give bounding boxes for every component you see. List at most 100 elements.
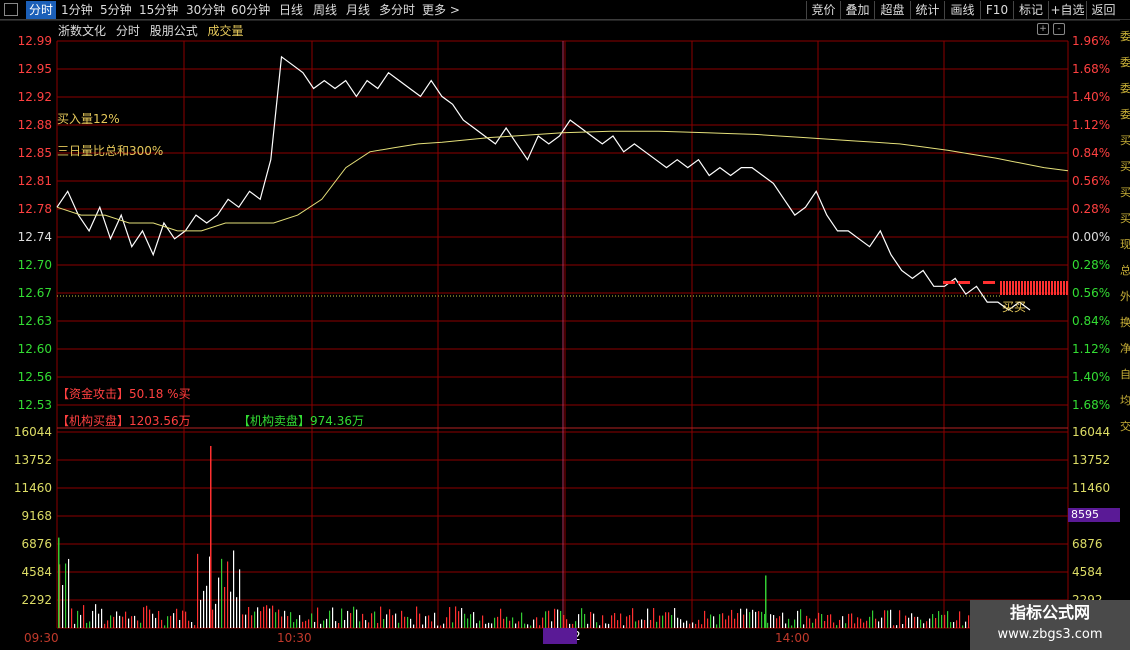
site-watermark: 指标公式网 www.zbgs3.com	[970, 600, 1130, 650]
volume-bar	[902, 624, 904, 628]
volume-bar	[122, 616, 124, 628]
volume-bar	[716, 624, 718, 628]
volume-bar	[317, 607, 319, 628]
chart-mode[interactable]: 分时	[116, 24, 140, 38]
volume-tick-label: 11460	[14, 481, 52, 495]
volume-bar	[632, 608, 634, 628]
volume-bar	[854, 623, 856, 628]
volume-bar	[470, 614, 472, 628]
volume-bar	[674, 608, 676, 628]
volume-bar	[857, 617, 859, 628]
volume-bar	[641, 619, 643, 628]
volume-bar	[548, 610, 550, 628]
volume-bar	[422, 624, 424, 628]
fund-attack-label: 【资金攻击】50.18 %买	[57, 387, 191, 401]
volume-bar	[683, 622, 685, 628]
volume-bar	[233, 550, 235, 628]
volume-bar	[665, 612, 667, 628]
volume-bar	[488, 622, 490, 628]
volume-bar	[206, 585, 208, 628]
volume-bar	[647, 608, 649, 628]
volume-bar	[593, 613, 595, 628]
volume-bar	[707, 618, 709, 628]
percent-tick-label: 1.68%	[1072, 398, 1110, 412]
volume-bar	[725, 619, 727, 628]
signal-bar	[1054, 281, 1056, 295]
volume-bar	[926, 621, 928, 628]
volume-bar	[848, 613, 850, 628]
volume-bar	[872, 610, 874, 628]
indicator-name[interactable]: 成交量	[208, 24, 244, 38]
strip-char: 委	[1120, 108, 1130, 121]
volume-bar	[137, 620, 139, 628]
signal-bar	[1030, 281, 1032, 295]
price-tick-label: 12.67	[18, 286, 52, 300]
signal-bar	[1009, 281, 1011, 295]
volume-bar	[350, 613, 352, 628]
volume-bar	[962, 625, 964, 628]
volume-bar	[191, 622, 193, 628]
volume-bar	[215, 603, 217, 628]
volume-tick-label: 4584	[21, 565, 52, 579]
volume-bar	[863, 622, 865, 628]
volume-bar	[128, 618, 130, 628]
zoom-out-icon[interactable]: -	[1053, 23, 1065, 35]
volume-bar	[605, 623, 607, 628]
percent-tick-label: 0.28%	[1072, 202, 1110, 216]
volume-bar	[965, 621, 967, 628]
volume-bar	[428, 615, 430, 628]
volume-bar	[932, 614, 934, 628]
volume-bar	[176, 608, 178, 628]
volume-bar	[680, 619, 682, 628]
volume-bar	[572, 623, 574, 628]
volume-bar	[143, 607, 145, 628]
zoom-in-icon[interactable]: +	[1037, 23, 1049, 35]
price-tick-label: 12.99	[18, 34, 52, 48]
volume-bar	[65, 563, 67, 628]
price-tick-label: 12.56	[18, 370, 52, 384]
strip-char: 外	[1120, 290, 1130, 303]
percent-tick-label: 1.40%	[1072, 90, 1110, 104]
volume-bar	[728, 615, 730, 628]
volume-tick-label: 9168	[21, 509, 52, 523]
price-tick-label: 12.53	[18, 398, 52, 412]
watermark-title: 指标公式网	[1009, 603, 1090, 622]
volume-bar	[284, 610, 286, 628]
volume-bar	[275, 612, 277, 628]
volume-bar	[248, 606, 250, 628]
volume-bar	[794, 619, 796, 628]
volume-bar	[479, 620, 481, 628]
volume-bar	[938, 611, 940, 628]
volume-bar	[440, 625, 442, 628]
volume-bar	[323, 620, 325, 628]
volume-bar	[395, 613, 397, 628]
volume-bar	[899, 610, 901, 628]
volume-bar	[956, 620, 958, 628]
price-tick-label: 12.81	[18, 174, 52, 188]
volume-bar	[923, 623, 925, 628]
volume-tick-label: 2292	[21, 593, 52, 607]
volume-bar	[581, 608, 583, 628]
percent-tick-label: 0.56%	[1072, 174, 1110, 188]
volume-bar	[224, 586, 226, 628]
volume-bar	[365, 620, 367, 628]
volume-bar	[869, 616, 871, 628]
volume-bar	[113, 616, 115, 628]
volume-bar	[836, 625, 838, 628]
volume-bar	[434, 612, 436, 628]
volume-bar	[485, 623, 487, 628]
volume-bar	[890, 609, 892, 628]
volume-bar	[287, 616, 289, 628]
signal-bar	[1027, 281, 1029, 295]
price-tick-label: 12.63	[18, 314, 52, 328]
volume-bar	[887, 610, 889, 628]
volume-bar	[830, 614, 832, 628]
volume-bar	[698, 619, 700, 628]
volume-bar	[425, 616, 427, 628]
signal-bar	[1036, 281, 1038, 295]
percent-tick-label: 0.00%	[1072, 230, 1110, 244]
volume-bar	[494, 617, 496, 628]
formula-name[interactable]: 股朋公式	[150, 24, 198, 38]
volume-bar	[413, 624, 415, 628]
volume-bar	[230, 591, 232, 628]
